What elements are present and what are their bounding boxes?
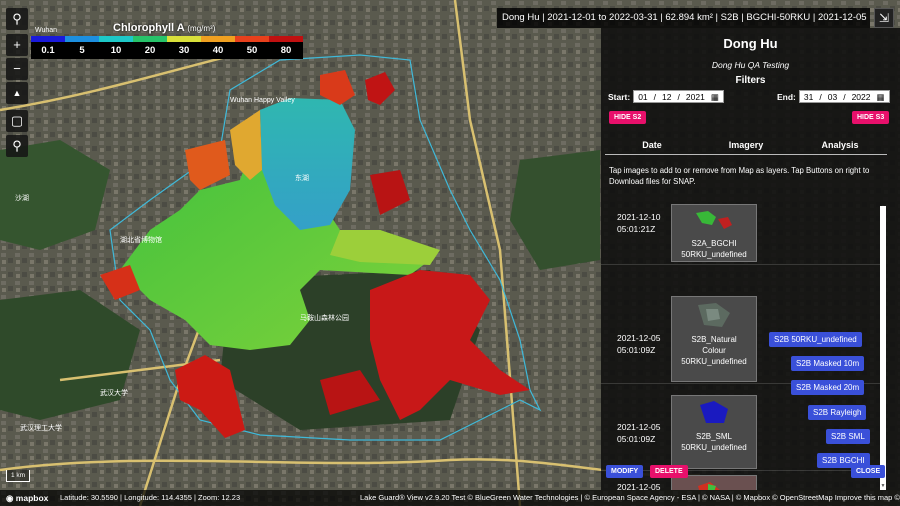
end-year: 2022 — [851, 92, 871, 102]
search-icon[interactable]: ⚲ — [6, 8, 28, 30]
map-scale: 1 km — [6, 470, 30, 482]
side-panel: Dong Hu Dong Hu QA Testing Filters Start… — [601, 28, 900, 490]
legend-label: 10 — [110, 45, 122, 56]
delete-button[interactable]: DELETE — [650, 465, 688, 478]
hide-s3-button[interactable]: HIDE S3 — [852, 111, 890, 124]
legend-label: 80 — [280, 45, 292, 56]
map-footer: ◉ mapbox Latitude: 30.5590 | Longitude: … — [0, 490, 900, 506]
compass-button[interactable]: ▲ — [6, 82, 28, 104]
end-date-row: End: 31/ 03/ 2022 ▦ — [777, 90, 890, 103]
panel-title: Dong Hu — [723, 36, 778, 51]
start-day: 01 — [638, 92, 648, 102]
legend-unit: (mg/m³) — [187, 24, 216, 33]
list-item[interactable]: 2021-12-10 05:01:21Z S2A_BGCHI 50RKU_und… — [601, 203, 881, 265]
mapbox-logo-text: mapbox — [15, 493, 49, 503]
image-label: 50RKU_undefined — [681, 250, 747, 259]
filters-heading: Filters — [735, 75, 766, 86]
image-timestamp: 2021-12-05 05:01:09Z — [617, 332, 660, 356]
end-month: 03 — [827, 92, 838, 102]
zoom-in-button[interactable]: + — [6, 34, 28, 56]
tab-analysis[interactable]: Analysis — [793, 135, 887, 154]
image-label: S2A_BGCHI — [691, 239, 737, 248]
end-date-input[interactable]: 31/ 03/ 2022 ▦ — [798, 90, 890, 103]
zoom-out-button[interactable]: − — [6, 58, 28, 80]
legend-label: 40 — [212, 45, 224, 56]
chlorophyll-legend: Chlorophyll A (mg/m³) 0.1 5 10 20 30 40 50 80 — [31, 22, 303, 59]
image-label: Colour — [702, 346, 726, 355]
start-date-row: Start: 01/ 12/ 2021 ▦ — [608, 90, 724, 103]
start-date-input[interactable]: 01/ 12/ 2021 ▦ — [633, 90, 724, 103]
pin-icon[interactable]: ⚲ — [6, 135, 28, 157]
image-thumbnail[interactable]: S2B_Natural Colour 50RKU_undefined — [671, 296, 757, 382]
fullscreen-exit-icon[interactable]: ⇲ — [874, 8, 894, 28]
scrollbar[interactable] — [880, 206, 886, 490]
start-year: 2021 — [685, 92, 705, 102]
image-label: 50RKU_undefined — [681, 357, 747, 366]
map-label: 武汉理工大学 — [20, 423, 62, 432]
calendar-icon[interactable]: ▦ — [711, 92, 719, 102]
image-date: 2021-12-05 — [617, 482, 661, 490]
map-label: 沙湖 — [15, 193, 29, 202]
thumbnail-image — [688, 399, 740, 427]
panel-tabs: Date Imagery Analysis — [605, 135, 887, 155]
attribution[interactable]: Lake Guard® View v2.9.20 Test © BlueGree… — [360, 490, 900, 506]
image-time: 05:01:09Z — [617, 434, 656, 444]
thumbnail-image — [688, 207, 740, 235]
image-label: S2B_SML — [695, 432, 733, 441]
end-day: 31 — [803, 92, 814, 102]
close-button[interactable]: CLOSE — [851, 465, 886, 478]
calendar-icon[interactable]: ▦ — [877, 92, 885, 102]
map-title-bar: Dong Hu | 2021-12-01 to 2022-03-31 | 62.… — [497, 8, 870, 28]
image-label: 50RKU_undefined — [681, 443, 747, 452]
start-label: Start: — [608, 91, 631, 102]
legend-label: 20 — [144, 45, 156, 56]
map-label: 马鞍山森林公园 — [300, 313, 349, 322]
image-date: 2021-12-05 — [617, 333, 661, 343]
legend-title-text: Chlorophyll A — [113, 22, 185, 34]
image-timestamp: 2021-12-05 — [617, 481, 660, 490]
image-label: S2B_Natural — [691, 335, 737, 344]
map-label: 湖北省博物馆 — [120, 235, 162, 244]
legend-label: 0.1 — [41, 45, 55, 56]
thumbnail-image — [698, 482, 720, 490]
image-timestamp: 2021-12-05 05:01:09Z — [617, 421, 660, 445]
image-time: 05:01:09Z — [617, 345, 656, 355]
map-label: 东湖 — [295, 173, 309, 182]
tab-imagery[interactable]: Imagery — [699, 135, 793, 154]
map-label: 武汉大学 — [100, 388, 128, 397]
image-date: 2021-12-10 — [617, 212, 661, 222]
crop-icon[interactable]: ▢ — [6, 110, 28, 132]
mapbox-logo[interactable]: ◉ mapbox — [6, 490, 48, 506]
scroll-down-icon[interactable]: ▼ — [880, 483, 886, 489]
map-label: Wuhan Happy Valley — [230, 97, 295, 104]
app-window: Wuhan Happy Valley Wuhan 湖北省博物馆 东湖 武汉理工大… — [0, 0, 900, 506]
thumbnail-image — [688, 301, 740, 329]
image-thumbnail[interactable]: S2A_BGCHI 50RKU_undefined — [671, 204, 757, 262]
image-date: 2021-12-05 — [617, 422, 661, 432]
hide-s2-button[interactable]: HIDE S2 — [609, 111, 647, 124]
legend-label: 5 — [79, 45, 85, 56]
legend-labels: 0.1 5 10 20 30 40 50 80 — [31, 42, 303, 59]
start-month: 12 — [662, 92, 672, 102]
download-s2b-sml-button[interactable]: S2B SML — [826, 429, 870, 444]
download-s2b-50rku-button[interactable]: S2B 50RKU_undefined — [769, 332, 862, 347]
coordinates-readout: Latitude: 30.5590 | Longitude: 114.4355 … — [60, 493, 241, 502]
tab-date[interactable]: Date — [605, 135, 699, 154]
panel-subtitle: Dong Hu QA Testing — [711, 60, 790, 70]
image-thumbnail[interactable]: S2B_SML 50RKU_undefined — [671, 395, 757, 469]
legend-title: Chlorophyll A (mg/m³) — [113, 22, 303, 34]
download-s2b-rayleigh-button[interactable]: S2B Rayleigh — [808, 405, 867, 420]
end-label: End: — [777, 91, 796, 102]
legend-label: 50 — [246, 45, 258, 56]
legend-label: 30 — [178, 45, 190, 56]
download-s2b-masked-10m-button[interactable]: S2B Masked 10m — [791, 356, 865, 371]
modify-button[interactable]: MODIFY — [606, 465, 644, 478]
image-time: 05:01:21Z — [617, 224, 656, 234]
image-timestamp: 2021-12-10 05:01:21Z — [617, 211, 660, 235]
download-s2b-masked-20m-button[interactable]: S2B Masked 20m — [791, 380, 865, 395]
panel-description: Tap images to add to or remove from Map … — [609, 166, 870, 186]
